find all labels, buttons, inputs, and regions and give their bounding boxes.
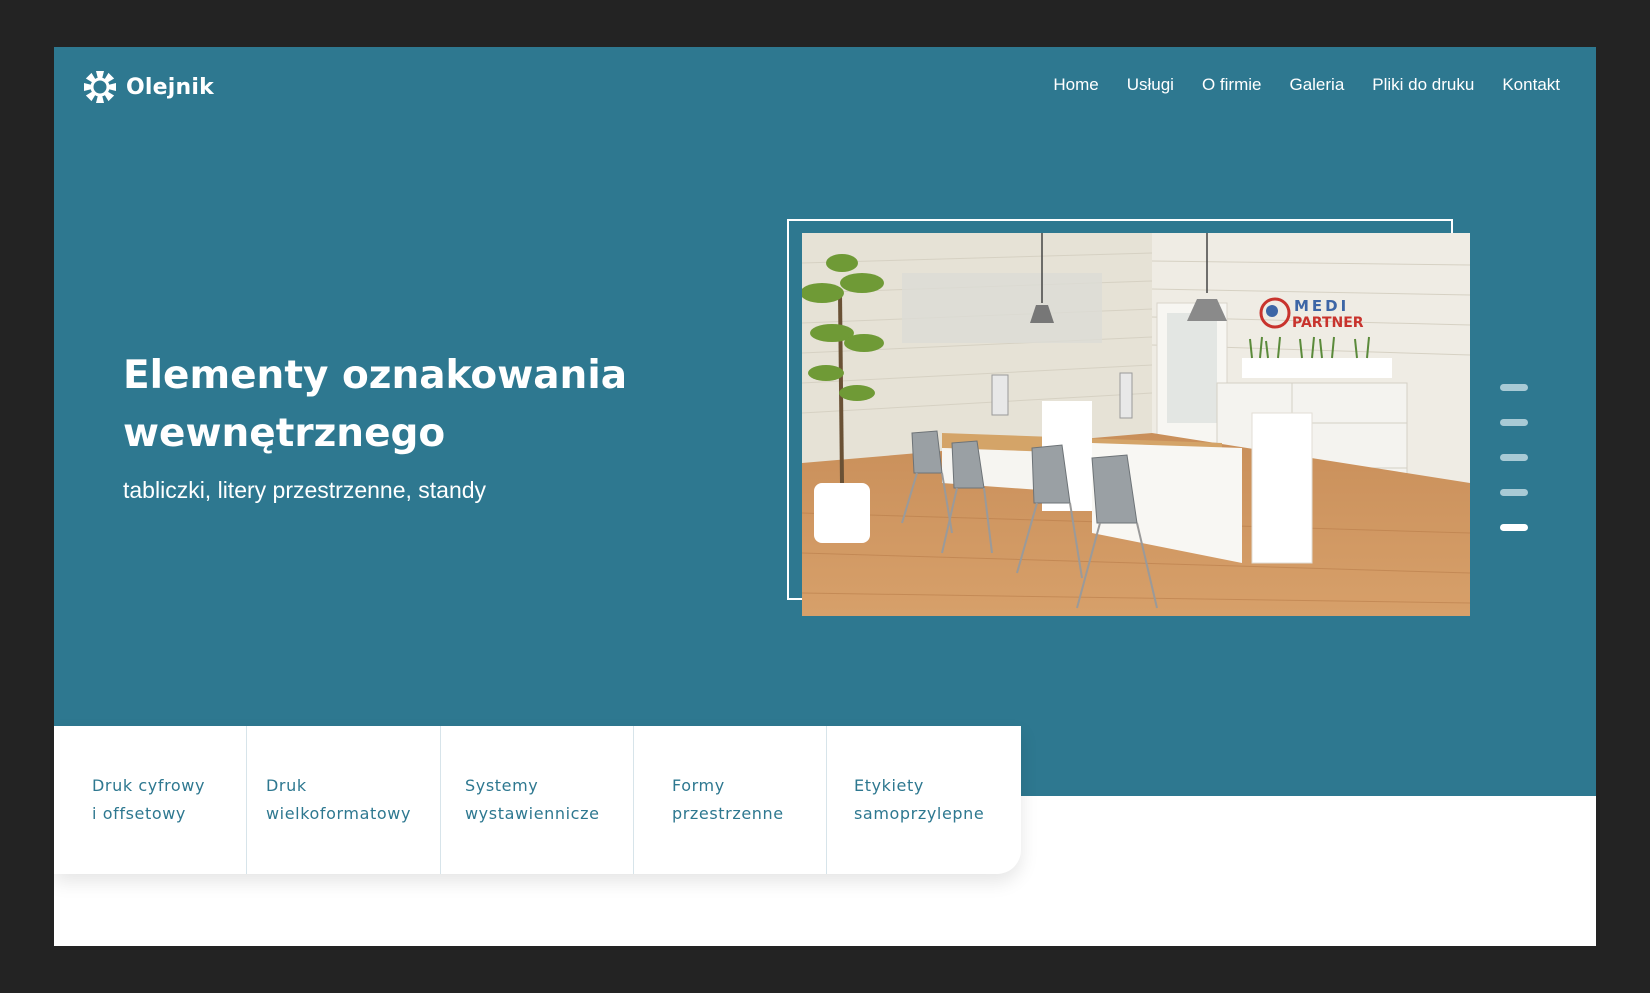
nav-pliki-do-druku[interactable]: Pliki do druku xyxy=(1372,75,1474,95)
service-card-formy-przestrzenne[interactable]: Formy przestrzenne xyxy=(634,726,827,874)
nav-galeria[interactable]: Galeria xyxy=(1289,75,1344,95)
slider-dots xyxy=(1500,384,1528,559)
sign-partner: PARTNER xyxy=(1292,315,1364,331)
brand-name: Olejnik xyxy=(126,74,214,100)
main-nav: Home Usługi O firmie Galeria Pliki do dr… xyxy=(1053,75,1560,95)
nav-home[interactable]: Home xyxy=(1053,75,1098,95)
olejnik-logo-icon xyxy=(84,71,116,103)
service-cards: Druk cyfrowy i offsetowy Druk wielkoform… xyxy=(54,726,1021,874)
service-card-druk-wielkoformatowy[interactable]: Druk wielkoformatowy xyxy=(247,726,441,874)
nav-o-firmie[interactable]: O firmie xyxy=(1202,75,1262,95)
service-card-druk-cyfrowy[interactable]: Druk cyfrowy i offsetowy xyxy=(54,726,247,874)
service-label: Druk cyfrowy i offsetowy xyxy=(92,776,206,823)
slider-dot-5-active[interactable] xyxy=(1500,524,1528,531)
hero-title: Elementy oznakowania wewnętrznego xyxy=(123,353,628,456)
slider-dot-4[interactable] xyxy=(1500,489,1528,496)
hero-subtitle: tabliczki, litery przestrzenne, standy xyxy=(123,477,487,503)
service-card-etykiety-samoprzylepne[interactable]: Etykiety samoprzylepne xyxy=(827,726,1021,874)
service-label: Druk wielkoformatowy xyxy=(266,776,412,823)
slider-dot-3[interactable] xyxy=(1500,454,1528,461)
service-label: Systemy wystawiennicze xyxy=(465,776,600,823)
hero-office-image: MEDI PARTNER xyxy=(802,233,1470,616)
logo-link[interactable]: Olejnik xyxy=(82,69,214,105)
slider-dot-1[interactable] xyxy=(1500,384,1528,391)
slider-dot-2[interactable] xyxy=(1500,419,1528,426)
service-label: Etykiety samoprzylepne xyxy=(854,776,985,823)
sign-medi: MEDI xyxy=(1294,297,1349,315)
nav-uslugi[interactable]: Usługi xyxy=(1127,75,1174,95)
service-card-systemy-wystawiennicze[interactable]: Systemy wystawiennicze xyxy=(441,726,634,874)
page: Olejnik Home Usługi O firmie Galeria Pli… xyxy=(54,47,1596,946)
service-label: Formy przestrzenne xyxy=(672,776,784,823)
hero-section: Olejnik Home Usługi O firmie Galeria Pli… xyxy=(54,47,1596,796)
nav-kontakt[interactable]: Kontakt xyxy=(1502,75,1560,95)
